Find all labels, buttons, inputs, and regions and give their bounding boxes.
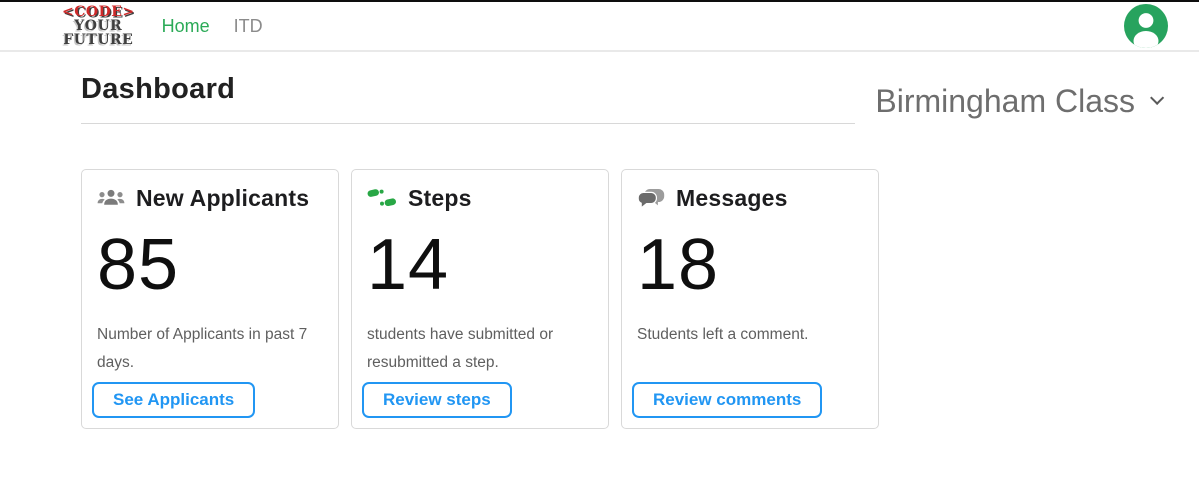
footprints-icon (367, 188, 397, 208)
users-icon (97, 188, 125, 208)
class-selector-label: Birmingham Class (875, 83, 1135, 120)
user-avatar[interactable] (1124, 4, 1168, 48)
card-title: Steps (408, 185, 472, 212)
card-messages: Messages 18 Students left a comment. Rev… (621, 169, 879, 429)
card-value: 85 (97, 229, 323, 301)
card-steps: Steps 14 students have submitted or resu… (351, 169, 609, 429)
chevron-down-icon (1150, 90, 1164, 104)
review-steps-button[interactable]: Review steps (362, 382, 512, 418)
see-applicants-button[interactable]: See Applicants (92, 382, 255, 418)
logo-line-future: FUTURE (62, 33, 135, 47)
dashboard-page: Dashboard Birmingham Class (0, 73, 1199, 429)
person-icon (1124, 35, 1168, 52)
card-new-applicants: New Applicants 85 Number of Applicants i… (81, 169, 339, 429)
card-header: New Applicants (97, 183, 323, 213)
nav-link-itd[interactable]: ITD (234, 16, 263, 37)
nav-links: Home ITD (162, 16, 263, 37)
logo-line-code: <CODE> (62, 5, 135, 19)
page-header: Dashboard Birmingham Class (81, 73, 1160, 124)
card-description: Number of Applicants in past 7 days. (97, 321, 323, 377)
nav-link-home[interactable]: Home (162, 16, 210, 37)
page-title: Dashboard (81, 73, 855, 124)
stat-cards: New Applicants 85 Number of Applicants i… (81, 169, 1160, 429)
card-value: 14 (367, 229, 593, 301)
class-selector-dropdown[interactable]: Birmingham Class (875, 83, 1160, 124)
comments-icon (637, 188, 665, 209)
card-description: Students left a comment. (637, 321, 863, 349)
card-header: Messages (637, 183, 863, 213)
card-value: 18 (637, 229, 863, 301)
card-description: students have submitted or resubmitted a… (367, 321, 593, 377)
review-comments-button[interactable]: Review comments (632, 382, 822, 418)
logo-line-your: YOUR (62, 19, 135, 33)
card-header: Steps (367, 183, 593, 213)
card-title: New Applicants (136, 185, 309, 212)
card-title: Messages (676, 185, 788, 212)
cyf-logo[interactable]: <CODE> YOUR FUTURE (62, 5, 135, 47)
top-navbar: <CODE> YOUR FUTURE Home ITD (0, 0, 1199, 52)
